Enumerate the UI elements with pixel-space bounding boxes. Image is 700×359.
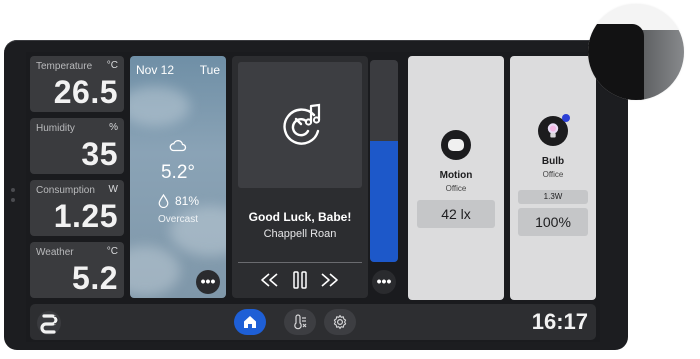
device-bezel [588,24,644,100]
bulb-card[interactable]: Bulb Office 1.3W 100% [510,56,596,300]
media-more-button[interactable]: ••• [372,270,396,294]
corner-zoom-detail [588,4,684,100]
weather-date: Nov 12 [136,63,175,77]
bottom-nav-bar: 16:17 [30,304,596,340]
sensor-tile-consumption[interactable]: Consumption W 1.25 [30,180,124,236]
motion-sensor-card[interactable]: Motion Office 42 lx [408,56,504,300]
sensor-unit: % [109,122,118,133]
media-divider [238,262,362,263]
motion-room: Office [445,184,467,193]
pause-icon[interactable] [292,271,308,294]
app-logo-icon [36,310,62,341]
sensor-tile-humidity[interactable]: Humidity % 35 [30,118,124,174]
sensor-unit: W [108,184,118,195]
media-player-card[interactable]: Good Luck, Babe! Chappell Roan [232,56,368,298]
sensor-unit: °C [106,60,118,71]
motion-reading: 42 lx [417,200,495,228]
weather-humidity: 81% [175,194,200,208]
sensor-label: Humidity [36,123,75,134]
motion-sensor-icon [441,130,471,160]
climate-icon [294,314,307,330]
cloud-texture [130,86,190,126]
bulb-power: 1.3W [518,190,588,204]
nav-climate-button[interactable] [284,309,316,335]
volume-slider[interactable] [370,60,398,262]
sensor-label: Consumption [36,185,95,196]
bulb-name: Bulb [541,156,565,167]
sensor-label: Weather [36,247,74,258]
humidity-drop-icon [158,193,169,213]
clock: 16:17 [531,309,588,334]
album-art [238,62,362,188]
cloud-icon [169,138,187,157]
volume-fill [370,140,398,262]
weather-card[interactable]: Nov 12 Tue 5.2° 81% Overcast ••• [130,56,226,298]
sensor-value: 35 [81,136,118,172]
sensor-unit: °C [106,246,118,257]
weather-day: Tue [199,63,220,77]
bulb-room: Office [542,170,564,179]
nav-settings-button[interactable] [324,309,356,335]
cloud-texture [130,246,180,296]
home-icon [244,316,256,328]
weather-more-button[interactable]: ••• [196,270,220,294]
motion-name: Motion [439,170,473,181]
weather-condition: Overcast [157,214,198,225]
camera-dot [11,188,15,192]
settings-icon [333,314,347,330]
previous-icon[interactable] [260,272,280,293]
nav-home-button[interactable] [234,309,266,335]
weather-temperature: 5.2° [160,162,195,183]
bulb-brightness[interactable]: 100% [518,208,588,236]
music-disc-icon [278,101,326,154]
sensor-value: 1.25 [53,198,118,234]
track-artist: Chappell Roan [263,228,337,240]
device-side-edge [640,30,684,100]
screen: Temperature °C 26.5 Humidity % 35 Consum… [26,52,600,342]
sensor-tile-weather[interactable]: Weather °C 5.2 [30,242,124,298]
track-title: Good Luck, Babe! [248,210,352,224]
sensor-value: 5.2 [72,260,118,296]
sensor-value: 26.5 [53,74,118,110]
bulb-status-dot [562,114,570,122]
camera-dot [11,198,15,202]
next-icon[interactable] [319,272,339,293]
sensor-label: Temperature [36,61,93,72]
sensor-tile-temperature[interactable]: Temperature °C 26.5 [30,56,124,112]
